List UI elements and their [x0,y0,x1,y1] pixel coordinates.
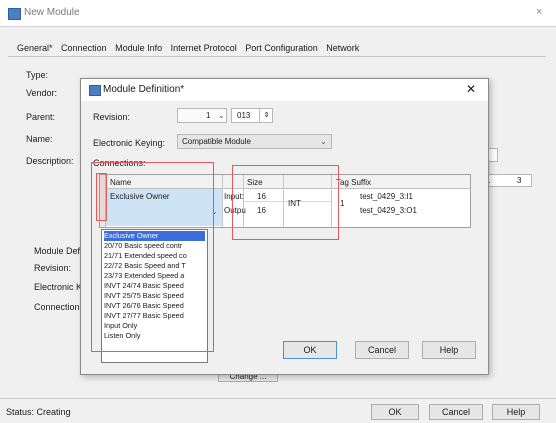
header-tag-suffix: Tag Suffix [336,178,371,187]
module-window-icon [8,8,21,20]
outer-cancel-button[interactable]: Cancel [429,404,483,420]
revision-major-select[interactable]: 1 ⌄ [177,108,227,123]
outer-revision-label: Revision: [34,263,72,273]
connection-num: 1 [340,199,345,208]
outer-title: New Module [24,7,80,18]
revision-minor-spinner[interactable]: 013 ⇕ [231,108,273,123]
tab-internet-protocol[interactable]: Internet Protocol [171,43,237,53]
right-number-field[interactable]: 1 3 [482,174,532,187]
outer-ok-button[interactable]: OK [371,404,419,420]
outer-tabs: General* Connection Module Info Internet… [17,43,365,53]
status-divider [0,398,556,399]
dialog-help-button[interactable]: Help [422,341,476,359]
revision-minor-value: 013 [237,111,251,120]
dialog-icon [89,85,101,96]
chevron-down-icon: ⌄ [218,111,225,120]
tab-network[interactable]: Network [326,43,359,53]
tab-general[interactable]: General* [17,43,53,53]
revision-label: Revision: [93,112,131,122]
annotation-box-selector [96,173,107,221]
keying-label: Electronic Keying: [93,138,166,148]
keying-select[interactable]: Compatible Module ⌄ [177,134,332,149]
outer-title-bar: New Module × [0,0,556,27]
dialog-title: Module Definition* [103,84,185,95]
outer-keying-label: Electronic K [34,282,83,292]
outer-close-icon[interactable]: × [536,6,542,18]
right-field-2: 3 [517,176,522,185]
keying-value: Compatible Module [182,137,251,146]
dialog-cancel-button[interactable]: Cancel [355,341,409,359]
tab-port-configuration[interactable]: Port Configuration [245,43,318,53]
description-label: Description: [26,156,74,166]
annotation-box-size [232,165,339,240]
grid-col-divider [222,175,223,227]
dialog-title-bar: Module Definition* ✕ [81,79,488,101]
vendor-label: Vendor: [26,88,58,98]
output-tag: test_0429_3:O1 [360,206,417,215]
tab-module-info[interactable]: Module Info [115,43,162,53]
parent-label: Parent: [26,112,56,122]
module-definition-label: Module Defi [34,246,83,256]
type-label: Type: [26,70,49,80]
status-text: Status: Creating [6,407,71,417]
dialog-close-icon[interactable]: ✕ [466,82,476,96]
tab-divider [8,56,546,57]
annotation-box-name [91,162,214,352]
outer-connections-label: Connections [34,302,85,312]
description-scroll[interactable] [488,148,498,162]
dialog-ok-button[interactable]: OK [283,341,337,359]
chevron-down-icon: ⌄ [320,137,327,146]
revision-major-value: 1 [206,111,211,120]
tab-connection[interactable]: Connection [61,43,107,53]
outer-help-button[interactable]: Help [492,404,540,420]
name-label: Name: [26,134,53,144]
spinner-arrows-icon[interactable]: ⇕ [259,109,273,122]
input-tag: test_0429_3:I1 [360,192,413,201]
